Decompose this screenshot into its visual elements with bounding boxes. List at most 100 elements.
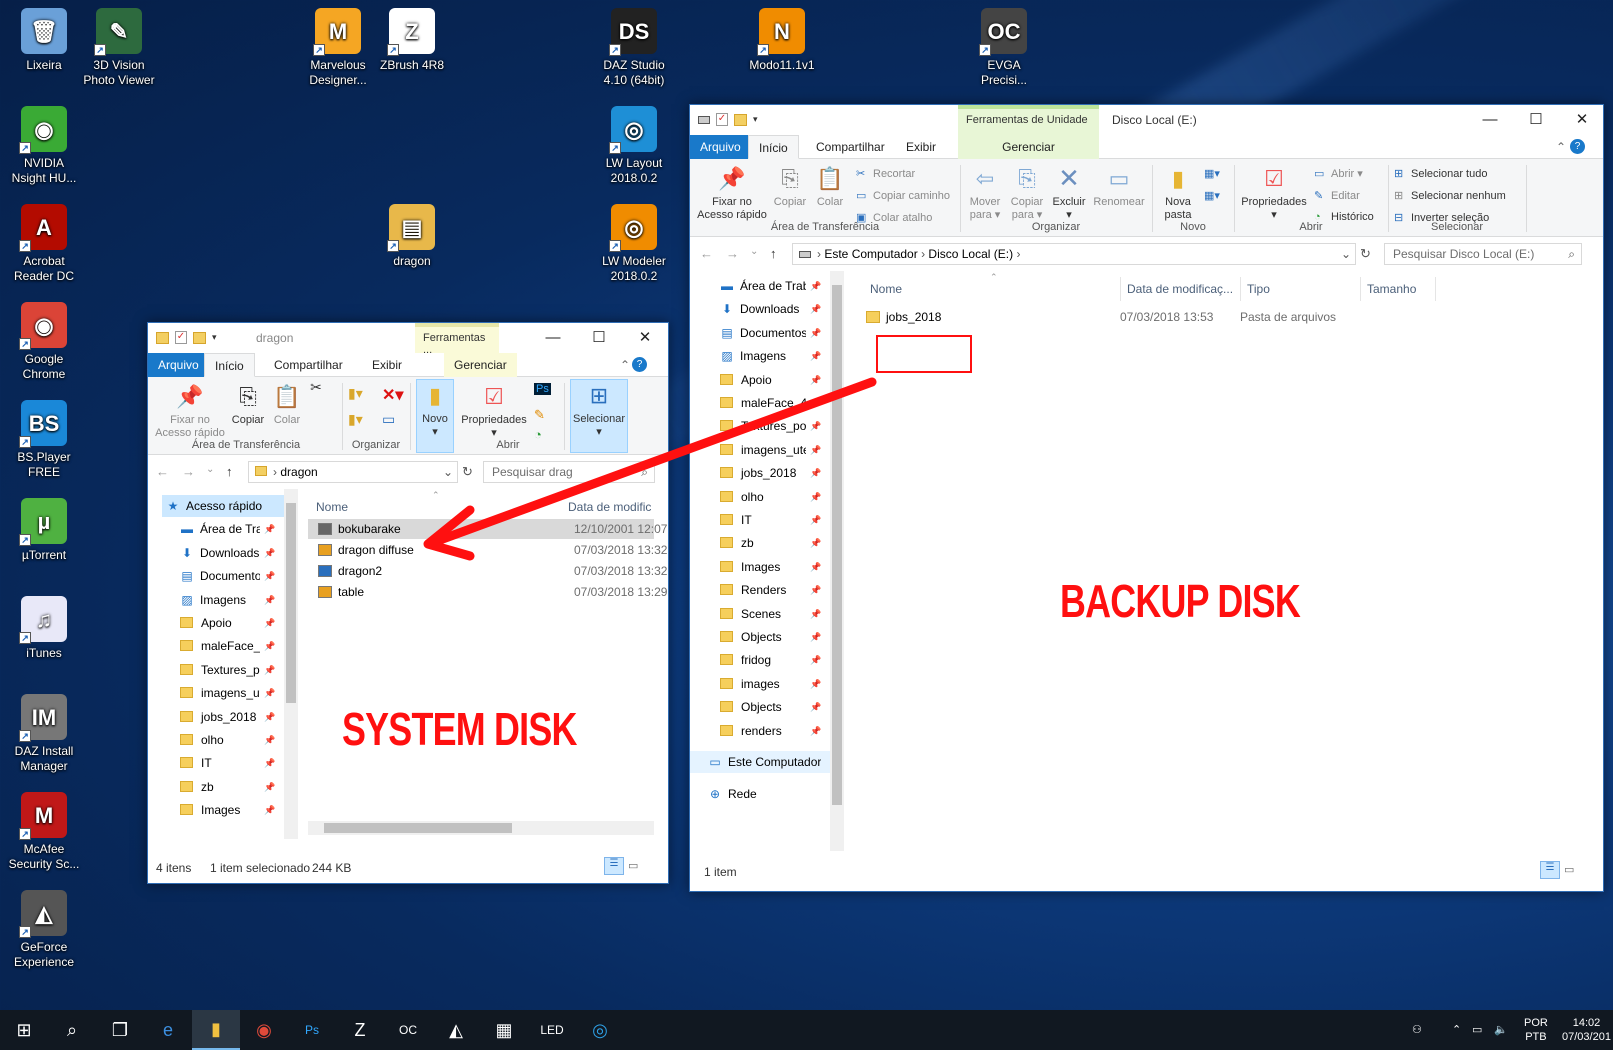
- pin-icon[interactable]: 📌: [810, 579, 821, 601]
- file-row[interactable]: dragon diffuse 07/03/2018 13:32: [308, 540, 667, 560]
- search-icon[interactable]: ⌕: [641, 465, 648, 480]
- column-header-size[interactable]: Tamanho: [1360, 277, 1436, 301]
- volume-icon[interactable]: 🔈: [1494, 1023, 1508, 1037]
- chrome-taskbar-button[interactable]: ◉: [240, 1010, 288, 1050]
- column-header-type[interactable]: Tipo: [1240, 277, 1358, 301]
- pin-icon[interactable]: 📌: [264, 752, 275, 774]
- pin-icon[interactable]: 📌: [810, 369, 821, 391]
- pin-icon[interactable]: 📌: [264, 589, 275, 611]
- close-button[interactable]: ✕: [622, 323, 668, 353]
- nvidia-taskbar-button[interactable]: ◭: [432, 1010, 480, 1050]
- tab-home[interactable]: Início: [204, 353, 255, 377]
- nav-item[interactable]: jobs_2018: [176, 706, 260, 728]
- properties-button[interactable]: ☑ Propriedades ▾: [1238, 163, 1310, 222]
- pin-icon[interactable]: 📌: [810, 486, 821, 508]
- nav-item[interactable]: maleFace_40s: [176, 635, 260, 657]
- select-button[interactable]: ⊞ Selecionar ▾: [570, 379, 628, 453]
- pin-icon[interactable]: 📌: [810, 439, 821, 461]
- pin-icon[interactable]: 📌: [810, 649, 821, 671]
- scroll-thumb[interactable]: [324, 823, 512, 833]
- edge-taskbar-button[interactable]: e: [144, 1010, 192, 1050]
- file-row[interactable]: bokubarake 12/10/2001 12:07: [308, 519, 667, 539]
- refresh-icon[interactable]: ↻: [1360, 246, 1371, 262]
- nav-item[interactable]: ▤ Documentos: [176, 565, 260, 587]
- pin-icon[interactable]: 📌: [810, 603, 821, 625]
- tab-view[interactable]: Exibir: [362, 353, 412, 377]
- properties-button[interactable]: ☑ Propriedades ▾: [458, 381, 530, 440]
- desktop-icon[interactable]: IM ↗ DAZ Install Manager: [2, 694, 86, 774]
- column-header-name[interactable]: Nome: [870, 277, 902, 301]
- tab-view[interactable]: Exibir: [896, 135, 946, 159]
- search-box[interactable]: Pesquisar drag ⌕: [483, 461, 655, 483]
- easy-access-icon[interactable]: ▦▾: [1204, 189, 1220, 202]
- nav-scrollbar[interactable]: [830, 271, 844, 851]
- copy-path-button[interactable]: ▭ Copiar caminho: [856, 189, 950, 202]
- pin-icon[interactable]: 📌: [264, 542, 275, 564]
- large-icons-view-icon[interactable]: ▭: [1564, 863, 1574, 876]
- desktop-icon[interactable]: M ↗ Marvelous Designer...: [296, 8, 380, 88]
- file-row[interactable]: table 07/03/2018 13:29: [308, 582, 667, 602]
- explorer-window-disk-e[interactable]: ✓ ▾ Ferramentas de Unidade Disco Local (…: [689, 104, 1604, 892]
- pin-icon[interactable]: 📌: [810, 509, 821, 531]
- nav-item[interactable]: ▨ Imagens: [176, 589, 260, 611]
- desktop-icon[interactable]: BS ↗ BS.Player FREE: [2, 400, 86, 480]
- desktop-icon[interactable]: ◉ ↗ Google Chrome: [2, 302, 86, 382]
- search-box[interactable]: Pesquisar Disco Local (E:) ⌕: [1384, 243, 1582, 265]
- nav-item[interactable]: imagens_utei: [176, 682, 260, 704]
- pin-icon[interactable]: 📌: [810, 720, 821, 742]
- help-icon[interactable]: ?: [1570, 139, 1585, 154]
- cut-icon[interactable]: ✂: [306, 380, 326, 394]
- tab-manage[interactable]: Gerenciar: [444, 353, 517, 377]
- new-folder-quick-icon[interactable]: [193, 331, 206, 344]
- pin-icon[interactable]: 📌: [810, 345, 821, 367]
- photoshop-taskbar-button[interactable]: Ps: [288, 1010, 336, 1050]
- photoshop-open-icon[interactable]: Ps: [534, 383, 551, 395]
- search-input[interactable]: Pesquisar Disco Local (E:): [1393, 247, 1534, 261]
- address-box[interactable]: › dragon ⌄: [248, 461, 458, 483]
- title-bar[interactable]: ✓ ▾ Ferramentas de Unidade Disco Local (…: [690, 105, 1603, 135]
- customize-chevron-icon[interactable]: ▾: [212, 332, 217, 343]
- nav-item[interactable]: ⬇ Downloads: [716, 298, 806, 320]
- desktop-icon[interactable]: A ↗ Acrobat Reader DC: [2, 204, 86, 284]
- tab-manage[interactable]: Gerenciar: [958, 135, 1099, 159]
- nav-item[interactable]: IT: [716, 509, 806, 531]
- quick-access-toolbar[interactable]: ✓ ▾: [698, 113, 758, 126]
- nav-item[interactable]: Scenes: [716, 603, 806, 625]
- edit-icon[interactable]: ✎: [534, 407, 545, 423]
- new-folder-button[interactable]: ▮ Nova pasta: [1156, 163, 1200, 222]
- forward-arrow-icon[interactable]: →: [182, 464, 195, 479]
- properties-quick-icon[interactable]: ✓: [716, 113, 728, 126]
- close-button[interactable]: ✕: [1559, 105, 1603, 135]
- pin-quick-access-button[interactable]: 📌 Fixar no Acesso rápido: [694, 163, 770, 222]
- forward-arrow-icon[interactable]: →: [726, 246, 739, 261]
- horizontal-scrollbar[interactable]: [308, 821, 654, 835]
- pin-icon[interactable]: 📌: [810, 673, 821, 695]
- desktop-icon[interactable]: Z ↗ ZBrush 4R8: [370, 8, 454, 73]
- nav-item[interactable]: ▬ Área de Traba: [716, 275, 806, 297]
- nav-item[interactable]: ⊕ Rede: [708, 783, 757, 805]
- file-row[interactable]: dragon2 07/03/2018 13:32: [308, 561, 667, 581]
- new-folder-quick-icon[interactable]: [734, 113, 747, 126]
- nav-item[interactable]: renders: [716, 720, 806, 742]
- tab-file[interactable]: Arquivo: [690, 135, 751, 159]
- pin-icon[interactable]: 📌: [264, 659, 275, 681]
- pin-icon[interactable]: 📌: [264, 706, 275, 728]
- lightwave-taskbar-button[interactable]: ◎: [576, 1010, 624, 1050]
- zbrush-taskbar-button[interactable]: Z: [336, 1010, 384, 1050]
- nav-scrollbar[interactable]: [284, 489, 298, 839]
- nav-item[interactable]: imagens_utei: [716, 439, 806, 461]
- address-box[interactable]: › Este Computador › Disco Local (E:) › ⌄: [792, 243, 1356, 265]
- open-button[interactable]: ▭ Abrir ▾: [1314, 167, 1363, 180]
- desktop-icon[interactable]: ✎ ↗ 3D Vision Photo Viewer: [77, 8, 161, 88]
- new-button[interactable]: ▮ Novo ▾: [416, 379, 454, 453]
- maximize-button[interactable]: ☐: [1513, 105, 1559, 135]
- nav-item[interactable]: ▭ Este Computador: [708, 751, 821, 773]
- properties-quick-icon[interactable]: ✓: [175, 331, 187, 344]
- nav-item[interactable]: ★ Acesso rápido: [162, 495, 298, 517]
- refresh-icon[interactable]: ↻: [462, 464, 473, 480]
- pin-icon[interactable]: 📌: [810, 415, 821, 437]
- up-arrow-icon[interactable]: ↑: [770, 246, 777, 261]
- address-dropdown-icon[interactable]: ⌄: [443, 465, 453, 479]
- search-input[interactable]: Pesquisar drag: [492, 465, 573, 479]
- breadcrumb-dragon[interactable]: dragon: [280, 465, 317, 479]
